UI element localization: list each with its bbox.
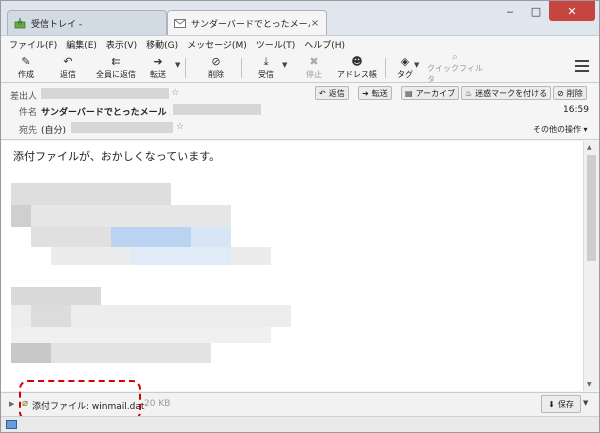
status-bar [1, 416, 599, 432]
header-delete-button[interactable]: ⊘ 削除 [553, 86, 587, 100]
menu-tools[interactable]: ツール(T) [256, 38, 296, 51]
tag-dropdown-icon[interactable]: ▼ [414, 61, 419, 69]
vertical-scrollbar[interactable]: ▲ ▼ [583, 141, 599, 391]
connection-status-icon [6, 420, 17, 429]
close-window-button[interactable]: ✕ [549, 1, 595, 21]
forward-dropdown-icon[interactable]: ▼ [175, 61, 180, 69]
to-label: 宛先 [18, 126, 37, 136]
title-bar: 受信トレイ - サンダーバードでとったメール ... × ‒ □ ✕ [1, 1, 599, 35]
thunderbird-window: 受信トレイ - サンダーバードでとったメール ... × ‒ □ ✕ ファイル(… [0, 0, 600, 433]
receive-button[interactable]: ⤓ 受信 [251, 54, 281, 82]
compose-button[interactable]: ✎ 作成 [11, 54, 41, 82]
forward-arrow-icon: ➜ [362, 88, 369, 98]
reply-all-icon: ⇇ [111, 55, 121, 68]
close-tab-icon[interactable]: × [310, 18, 320, 29]
header-reply-button[interactable]: ↶ 返信 [315, 86, 349, 100]
attachment-size: 20 KB [144, 399, 171, 409]
expand-triangle-icon[interactable]: ▶ [9, 400, 14, 408]
save-attachment-button[interactable]: ⬇ 保存 [541, 395, 581, 413]
menu-bar: ファイル(F) 編集(E) 表示(V) 移動(G) メッセージ(M) ツール(T… [1, 35, 599, 53]
star-icon[interactable]: ☆ [171, 88, 179, 98]
menu-file[interactable]: ファイル(F) [9, 38, 57, 51]
scroll-thumb[interactable] [587, 155, 596, 261]
reply-all-button[interactable]: ⇇ 全員に返信 [91, 54, 141, 82]
redacted-subject [173, 104, 261, 115]
header-forward-button[interactable]: ➜ 転送 [358, 86, 392, 100]
archive-box-icon: ▤ [405, 88, 413, 98]
stop-x-icon: ✖ [309, 55, 319, 68]
scroll-down-icon[interactable]: ▼ [587, 381, 592, 388]
download-arrow-icon: ⬇ [548, 399, 555, 409]
tab-message[interactable]: サンダーバードでとったメール ... × [167, 10, 327, 35]
toolbar-separator [385, 58, 386, 78]
flame-icon: ♨ [465, 88, 473, 98]
receive-dropdown-icon[interactable]: ▼ [282, 61, 287, 69]
scroll-up-icon[interactable]: ▲ [587, 144, 592, 151]
main-toolbar: ✎ 作成 ↶ 返信 ⇇ 全員に返信 ➜ 転送 ▼ ⊘ 削除 ⤓ 受信 ▼ ✖ 停… [1, 50, 599, 85]
other-actions-menu[interactable]: その他の操作 ▾ [533, 124, 588, 135]
message-time: 16:59 [563, 105, 589, 115]
tab-label: 受信トレイ - [31, 19, 83, 30]
reply-arrow-icon: ↶ [63, 55, 73, 68]
menu-view[interactable]: 表示(V) [106, 38, 137, 51]
menu-message[interactable]: メッセージ(M) [187, 38, 247, 51]
toolbar-separator [185, 58, 186, 78]
stop-button[interactable]: ✖ 停止 [299, 54, 329, 82]
person-icon: ☻ [351, 55, 363, 68]
address-book-button[interactable]: ☻ アドレス帳 [335, 54, 379, 82]
inbox-icon [14, 17, 26, 29]
message-header: 差出人 ☆ ↶ 返信 ➜ 転送 ▤ アーカイブ ♨ 迷惑マークを付ける ⊘ 削除 件名 サ… [1, 83, 599, 140]
star-icon[interactable]: ☆ [176, 122, 184, 132]
tag-icon: ◈ [400, 55, 410, 68]
forward-button[interactable]: ➜ 転送 [143, 54, 173, 82]
tab-inbox[interactable]: 受信トレイ - [7, 10, 256, 35]
message-body: 添付ファイルが、おかしくなっています。 [1, 141, 583, 391]
magnifier-icon: ⌕ [451, 50, 459, 63]
quick-filter-button[interactable]: ⌕ クイックフィルタ [427, 50, 483, 85]
delete-button[interactable]: ⊘ 削除 [201, 54, 231, 82]
menu-help[interactable]: ヘルプ(H) [304, 38, 345, 51]
download-icon: ⤓ [263, 55, 269, 68]
forward-arrow-icon: ➜ [153, 55, 163, 68]
header-archive-button[interactable]: ▤ アーカイブ [401, 86, 460, 100]
mail-icon [174, 18, 186, 29]
maximize-button[interactable]: □ [523, 1, 549, 21]
header-junk-button[interactable]: ♨ 迷惑マークを付ける [461, 86, 552, 100]
recipient: (自分) [41, 126, 67, 136]
redacted-sender [41, 88, 169, 99]
minimize-button[interactable]: ‒ [497, 1, 523, 21]
delete-circle-icon: ⊘ [557, 88, 564, 98]
toolbar-separator [241, 58, 242, 78]
subject-label: 件名 [18, 108, 37, 118]
pencil-icon: ✎ [21, 55, 31, 68]
message-subject: サンダーバードでとったメール [41, 108, 167, 118]
save-dropdown-icon[interactable]: ▼ [583, 399, 588, 407]
menu-go[interactable]: 移動(G) [146, 38, 178, 51]
body-text: 添付ファイルが、おかしくなっています。 [13, 150, 221, 163]
tab-label: サンダーバードでとったメール ... [191, 19, 310, 30]
app-menu-icon[interactable] [575, 60, 589, 72]
redacted-recipient [71, 122, 173, 133]
menu-edit[interactable]: 編集(E) [66, 38, 97, 51]
reply-arrow-icon: ↶ [319, 88, 326, 98]
from-label: 差出人 [9, 92, 37, 102]
delete-circle-icon: ⊘ [211, 55, 221, 68]
reply-button[interactable]: ↶ 返信 [53, 54, 83, 82]
highlight-annotation [19, 380, 141, 421]
